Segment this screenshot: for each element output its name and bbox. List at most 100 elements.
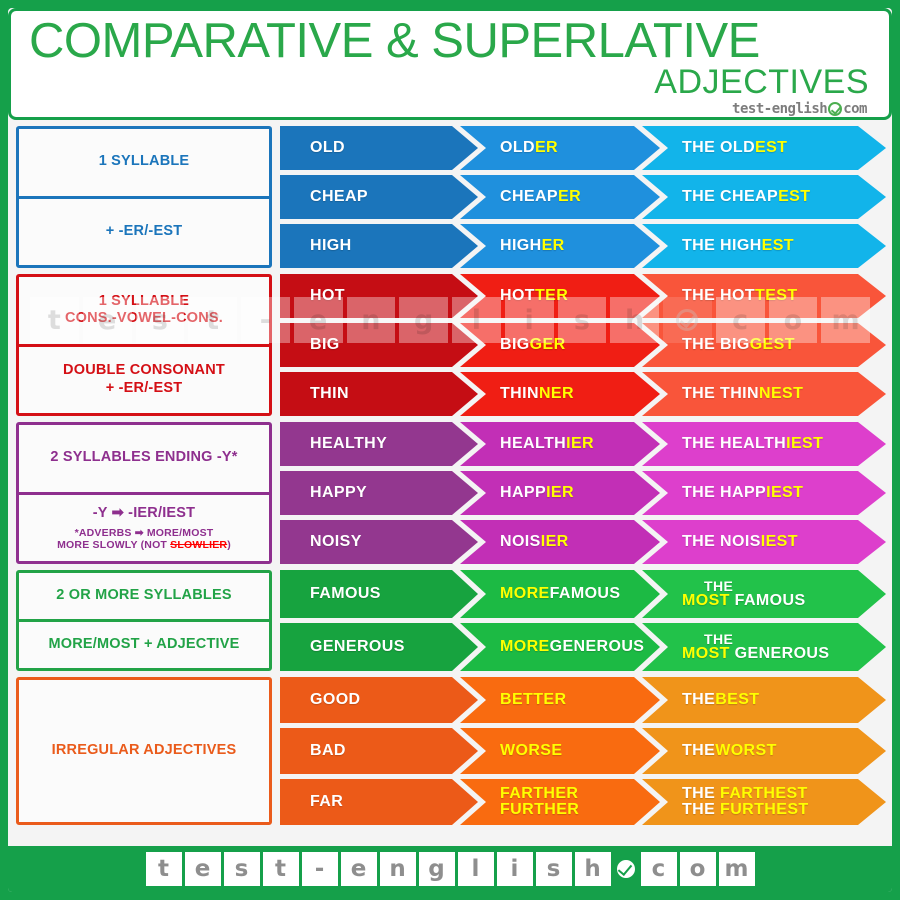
comparative-cell: HAPP IER bbox=[460, 471, 660, 515]
rules-grid: 1 SYLLABLE + -ER/-EST OLD OLD ER THE OLD EST CH… bbox=[8, 126, 892, 825]
comparative-cell: BIG GER bbox=[460, 323, 660, 367]
comparative-cell: THIN NER bbox=[460, 372, 660, 416]
adjective-row: CHEAP CHEAP ER THE CHEAP EST bbox=[280, 175, 886, 219]
superlative-suffix: EST bbox=[761, 237, 794, 254]
rule-section-one-syllable: 1 SYLLABLE + -ER/-EST OLD OLD ER THE OLD EST CH… bbox=[8, 126, 892, 268]
footer-logo-letter: t bbox=[262, 852, 299, 886]
rule-label-line: DOUBLE CONSONANT bbox=[63, 362, 225, 379]
base-adjective-cell: THIN bbox=[280, 372, 478, 416]
footer-logo-letter: e bbox=[340, 852, 377, 886]
footer-logo-letter: g bbox=[418, 852, 455, 886]
irregular-superlative: THE FARTHEST bbox=[682, 784, 808, 802]
check-circle-icon bbox=[828, 102, 843, 116]
adjective-row: BAD WORSE THE WORST bbox=[280, 728, 886, 774]
adjective-row: HEALTHY HEALTH IER THE HEALTH IEST bbox=[280, 422, 886, 466]
superlative-suffix: IEST bbox=[760, 533, 798, 550]
superlative-most-phrase: MOST FAMOUS bbox=[682, 591, 806, 609]
infographic-poster: COMPARATIVE & SUPERLATIVE ADJECTIVES tes… bbox=[0, 0, 900, 900]
irregular-comparative: BETTER bbox=[500, 691, 567, 708]
adjective-row: THIN THIN NER THE THIN NEST bbox=[280, 372, 886, 416]
header-logo-text: test-english bbox=[732, 101, 828, 117]
rule-label-line: + -ER/-EST bbox=[105, 379, 183, 396]
comparative-cell: CHEAP ER bbox=[460, 175, 660, 219]
base-adjective-cell: FAMOUS bbox=[280, 570, 478, 618]
comparative-suffix: ER bbox=[558, 188, 582, 205]
superlative-suffix: NEST bbox=[758, 385, 804, 402]
poster-footer: test-englishcom bbox=[8, 846, 892, 892]
irregular-comparative: FARTHER bbox=[500, 784, 579, 802]
adjective-rows-irregular: GOOD BETTER THE BEST BAD WORSE THE WORST FAR FA… bbox=[280, 677, 886, 825]
adjective-rows-two-syllables-y: HEALTHY HEALTH IER THE HEALTH IEST HAPPY HAPP I… bbox=[280, 422, 886, 564]
superlative-the: THE bbox=[704, 577, 734, 594]
comparative-suffix: IER bbox=[566, 435, 594, 452]
superlative-cell: THE HEALTH IEST bbox=[642, 422, 886, 466]
superlative-cell: THE MOST FAMOUS bbox=[642, 570, 886, 618]
rule-section-irregular: IRREGULAR ADJECTIVES GOOD BETTER THE BEST BA… bbox=[8, 677, 892, 825]
rule-label-cell: 2 SYLLABLES ENDING -Y* bbox=[19, 425, 269, 492]
base-adjective-cell: HOT bbox=[280, 274, 478, 318]
page-title: COMPARATIVE & SUPERLATIVE bbox=[29, 14, 760, 68]
rule-label-box-more-most: 2 OR MORE SYLLABLES MORE/MOST + ADJECTIVE bbox=[16, 570, 272, 671]
irregular-superlative: THE FURTHEST bbox=[682, 801, 809, 818]
header-brand-logo: test-english com bbox=[732, 101, 867, 117]
footer-logo-letter: - bbox=[301, 852, 338, 886]
irregular-superlative: WORST bbox=[715, 742, 777, 759]
rule-label-line: MORE/MOST + ADJECTIVE bbox=[48, 636, 240, 653]
superlative-suffix: IEST bbox=[786, 435, 824, 452]
poster-body: COMPARATIVE & SUPERLATIVE ADJECTIVES tes… bbox=[8, 8, 892, 892]
rule-label-cell: + -ER/-EST bbox=[19, 195, 269, 266]
comparative-cell: HEALTH IER bbox=[460, 422, 660, 466]
comparative-cell: HIGH ER bbox=[460, 224, 660, 268]
footer-logo-letter: o bbox=[679, 852, 716, 886]
comparative-cell: WORSE bbox=[460, 728, 660, 774]
superlative-suffix: EST bbox=[755, 139, 788, 156]
rule-label-cell: MORE/MOST + ADJECTIVE bbox=[19, 619, 269, 668]
superlative-cell: THE HIGH EST bbox=[642, 224, 886, 268]
superlative-cell: THE OLD EST bbox=[642, 126, 886, 170]
superlative-suffix: EST bbox=[778, 188, 811, 205]
adjective-row: HAPPY HAPP IER THE HAPP IEST bbox=[280, 471, 886, 515]
page-subtitle: ADJECTIVES bbox=[654, 63, 869, 101]
base-adjective-cell: FAR bbox=[280, 779, 478, 825]
superlative-suffix: GEST bbox=[749, 336, 795, 353]
adjective-row: BIG BIG GER THE BIG GEST bbox=[280, 323, 886, 367]
superlative-cell: THE HAPP IEST bbox=[642, 471, 886, 515]
rule-label-line: IRREGULAR ADJECTIVES bbox=[51, 742, 237, 759]
comparative-prefix: MORE bbox=[500, 638, 550, 655]
superlative-cell: THE BIG GEST bbox=[642, 323, 886, 367]
adjective-row: GOOD BETTER THE BEST bbox=[280, 677, 886, 723]
comparative-prefix: MORE bbox=[500, 585, 550, 602]
rule-label-cell: DOUBLE CONSONANT + -ER/-EST bbox=[19, 343, 269, 414]
comparative-suffix: ER bbox=[541, 237, 565, 254]
adjective-rows-cons-vowel-cons: HOT HOT TER THE HOT TEST BIG BIG GER THE BIG GEST… bbox=[280, 274, 886, 416]
superlative-cell: THE HOT TEST bbox=[642, 274, 886, 318]
comparative-suffix: GER bbox=[529, 336, 566, 353]
note-line-1: *ADVERBS ➡ MORE/MOST bbox=[74, 526, 214, 539]
base-adjective-cell: CHEAP bbox=[280, 175, 478, 219]
comparative-suffix: ER bbox=[534, 139, 559, 156]
base-adjective-cell: GOOD bbox=[280, 677, 478, 723]
footer-logo-letter: l bbox=[457, 852, 494, 886]
rule-label-note: *ADVERBS ➡ MORE/MOST MORE SLOWLY (NOT SLO… bbox=[57, 527, 231, 551]
comparative-cell: FARTHER FURTHER bbox=[460, 779, 660, 825]
rule-label-box-two-syllables-y: 2 SYLLABLES ENDING -Y* -Y ➡ -IER/IEST *ADV… bbox=[16, 422, 272, 564]
rule-label-box-cons-vowel-cons: 1 SYLLABLE CONS.-VOWEL-CONS. DOUBLE CONSON… bbox=[16, 274, 272, 416]
adjective-row: HIGH HIGH ER THE HIGH EST bbox=[280, 224, 886, 268]
rule-label-box-one-syllable: 1 SYLLABLE + -ER/-EST bbox=[16, 126, 272, 268]
footer-logo-letter: e bbox=[184, 852, 221, 886]
comparative-cell: HOT TER bbox=[460, 274, 660, 318]
adjective-row: GENEROUS MORE GENEROUS THE MOST GENEROUS bbox=[280, 623, 886, 671]
base-adjective-cell: HEALTHY bbox=[280, 422, 478, 466]
rule-label-line: 2 OR MORE SYLLABLES bbox=[56, 587, 232, 604]
irregular-superlative: BEST bbox=[715, 691, 760, 708]
base-adjective-cell: BIG bbox=[280, 323, 478, 367]
base-adjective-cell: HAPPY bbox=[280, 471, 478, 515]
rule-label-cell: 2 OR MORE SYLLABLES bbox=[19, 573, 269, 619]
footer-logo-letter: n bbox=[379, 852, 416, 886]
adjective-row: FAMOUS MORE FAMOUS THE MOST FAMOUS bbox=[280, 570, 886, 618]
comparative-suffix: IER bbox=[546, 484, 574, 501]
superlative-cell: THE NOIS IEST bbox=[642, 520, 886, 564]
superlative-cell: THE CHEAP EST bbox=[642, 175, 886, 219]
note-line-2: MORE SLOWLY (NOT SLOWLIER) bbox=[57, 538, 231, 551]
rule-label-line: CONS.-VOWEL-CONS. bbox=[64, 310, 224, 327]
